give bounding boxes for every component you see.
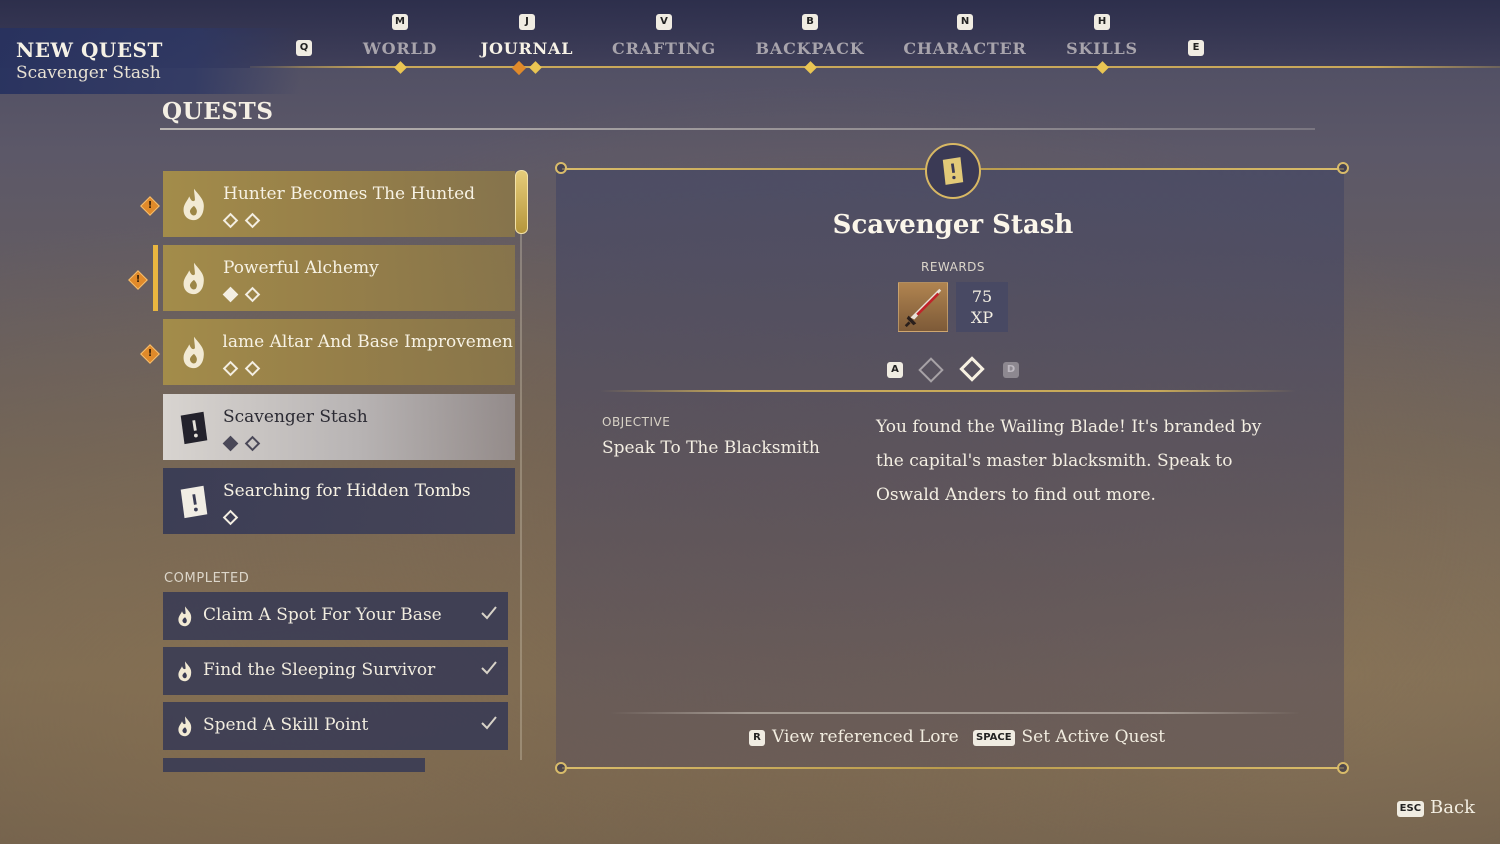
lore-key: R	[749, 730, 765, 746]
scroll-emblem-icon	[925, 143, 981, 199]
tab-label: CHARACTER	[903, 39, 1027, 58]
flame-quest-icon	[183, 336, 204, 369]
reward-xp: 75 XP	[956, 282, 1008, 332]
back-label: Back	[1430, 797, 1475, 818]
quest-title: Hunter Becomes The Hunted	[223, 184, 476, 204]
step-icon	[222, 435, 239, 452]
esc-key: ESC	[1396, 801, 1425, 817]
frame-ornament-icon	[1337, 762, 1349, 774]
quest-detail-title: Scavenger Stash	[832, 210, 1074, 240]
quest-title: Claim A Spot For Your Base	[203, 605, 442, 625]
new-quest-subtitle: Scavenger Stash	[16, 63, 161, 83]
scroll-icon	[942, 157, 964, 185]
flame-quest-icon	[183, 262, 204, 295]
step-icon	[244, 286, 261, 303]
reward-wailing-blade[interactable]	[898, 282, 948, 332]
quest-item-scavenger-stash[interactable]: Scavenger Stash	[163, 394, 515, 460]
flame-quest-icon	[178, 716, 192, 737]
frame-ornament-icon	[555, 162, 567, 174]
rewards-label: REWARDS	[921, 260, 986, 274]
lore-label: View referenced Lore	[772, 727, 959, 747]
step-icon	[222, 360, 239, 377]
quest-progress	[222, 508, 247, 526]
completed-heading: COMPLETED	[164, 571, 250, 586]
scroll-quest-icon	[180, 485, 208, 519]
page-next-key[interactable]: D	[1003, 362, 1019, 378]
tab-key: H	[1094, 14, 1110, 30]
objective-label: OBJECTIVE	[602, 415, 671, 429]
quest-title: Searching for Hidden Tombs	[223, 481, 471, 501]
flame-quest-icon	[178, 661, 192, 682]
quest-item-powerful-alchemy[interactable]: Powerful Alchemy	[163, 245, 515, 311]
sword-icon	[904, 288, 942, 328]
frame-ornament-icon	[1337, 162, 1349, 174]
space-key: SPACE	[973, 730, 1015, 746]
quest-item-searching-for-hidden-tombs[interactable]: Searching for Hidden Tombs	[163, 468, 515, 534]
xp-unit: XP	[970, 308, 994, 327]
tracked-quest-indicator	[153, 245, 158, 311]
checkmark-icon	[481, 606, 497, 620]
quest-description: You found the Wailing Blade! It's brande…	[876, 417, 1262, 505]
top-nav-rule	[250, 66, 1500, 68]
step-icon	[222, 509, 239, 526]
quest-progress	[222, 359, 269, 377]
quest-progress	[222, 434, 269, 452]
quests-divider	[160, 128, 1315, 130]
quests-heading: QUESTS	[162, 98, 274, 125]
next-tab-key[interactable]: E	[1188, 40, 1204, 56]
completed-quest-partial[interactable]	[163, 758, 425, 772]
step-icon	[244, 212, 261, 229]
tab-key: V	[656, 14, 672, 30]
view-lore-action[interactable]: R View referenced Lore	[749, 727, 959, 747]
scroll-quest-icon	[180, 411, 208, 445]
xp-value: 75	[971, 287, 993, 306]
tab-label: CRAFTING	[612, 39, 716, 58]
quest-title: Find the Sleeping Survivor	[203, 660, 436, 680]
step-icon	[244, 360, 261, 377]
objective-text: Speak To The Blacksmith	[602, 438, 820, 458]
checkmark-icon	[481, 716, 497, 730]
frame-ornament-icon	[555, 762, 567, 774]
page-prev-key[interactable]: A	[887, 362, 903, 378]
tab-label: WORLD	[362, 39, 438, 58]
tab-key: J	[519, 14, 535, 30]
flame-quest-icon	[178, 606, 192, 627]
quest-title: Scavenger Stash	[223, 407, 368, 427]
detail-divider	[600, 390, 1296, 392]
completed-quest-claim-a-spot[interactable]: Claim A Spot For Your Base	[163, 592, 508, 640]
quest-title: Powerful Alchemy	[223, 258, 379, 278]
flame-quest-icon	[183, 188, 204, 221]
tab-label: BACKPACK	[755, 39, 865, 58]
quest-title: Spend A Skill Point	[203, 715, 369, 735]
checkmark-icon	[481, 661, 497, 675]
quest-item-flame-altar[interactable]: Flame Altar And Base Improvemen	[163, 319, 515, 385]
tab-key: N	[957, 14, 973, 30]
quest-list-scrollbar[interactable]	[520, 172, 522, 760]
set-active-label: Set Active Quest	[1021, 727, 1166, 747]
step-icon	[222, 212, 239, 229]
quest-progress	[222, 211, 269, 229]
tab-label: JOURNAL	[480, 39, 574, 58]
quest-progress	[222, 285, 269, 303]
quest-detail-title-wrap: Scavenger Stash	[405, 210, 1500, 240]
completed-quest-find-the-sleeping-survivor[interactable]: Find the Sleeping Survivor	[163, 647, 508, 695]
set-active-quest-action[interactable]: SPACE Set Active Quest	[973, 727, 1165, 747]
tab-label: SKILLS	[1066, 39, 1138, 58]
new-quest-title: NEW QUEST	[16, 38, 163, 62]
back-button[interactable]: ESC Back	[1396, 797, 1475, 818]
prev-tab-key[interactable]: Q	[296, 40, 312, 56]
tab-key: B	[802, 14, 818, 30]
completed-quest-spend-a-skill-point[interactable]: Spend A Skill Point	[163, 702, 508, 750]
actions-divider	[610, 712, 1300, 714]
detail-frame-bottom	[562, 767, 1344, 769]
step-icon	[244, 435, 261, 452]
tab-key: M	[392, 14, 408, 30]
quest-title: Flame Altar And Base Improvemen	[223, 332, 513, 352]
step-icon	[222, 286, 239, 303]
